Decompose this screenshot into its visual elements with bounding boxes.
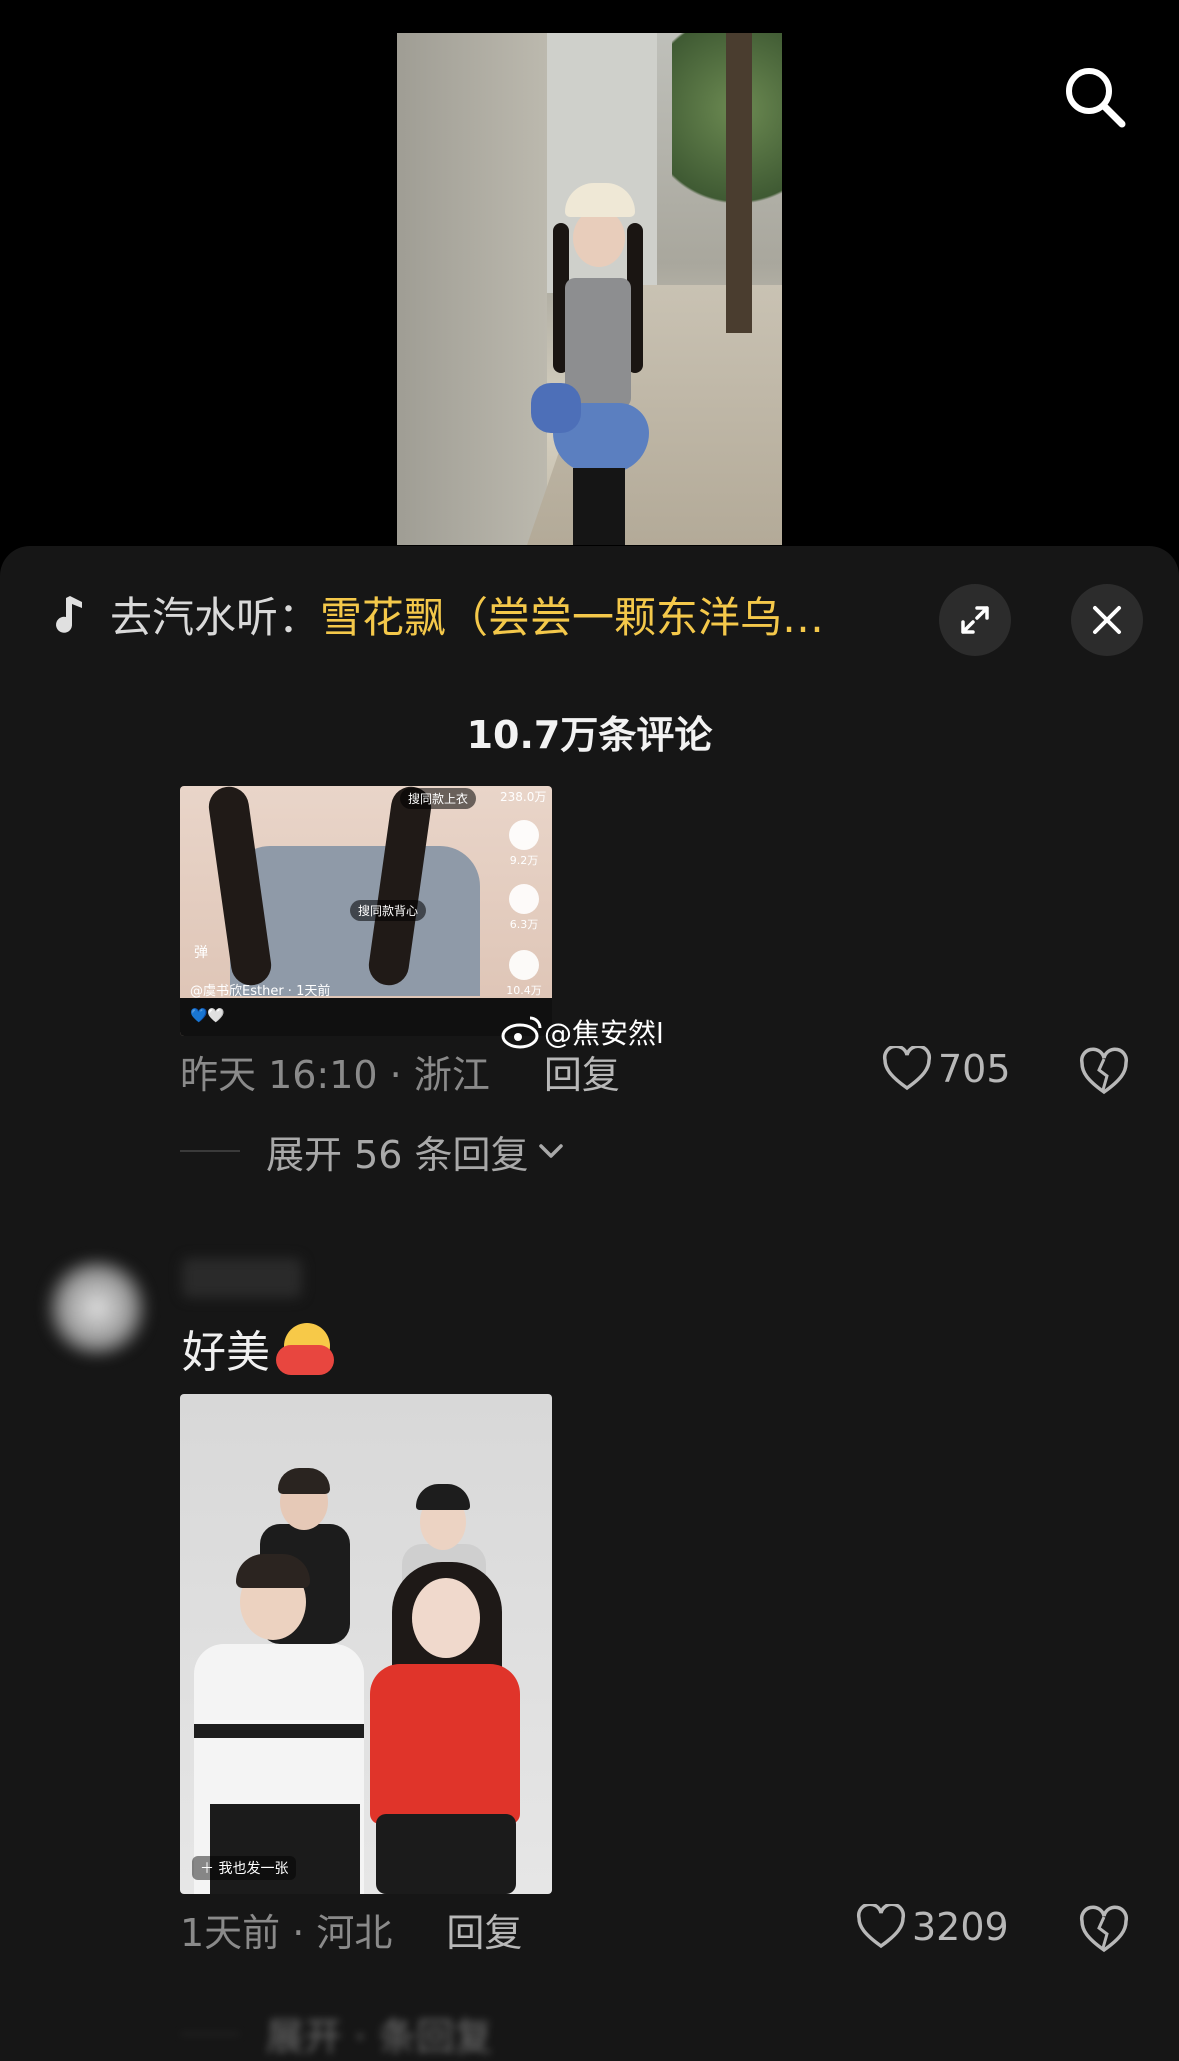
comment-meta: 昨天 16:10 · 浙江 回复 [180,1044,620,1099]
like-count: 705 [938,1047,1011,1091]
scene-wall [397,33,547,545]
like-button-2[interactable]: 3209 [856,1904,1009,1950]
comment-meta-2: 1天前 · 河北 回复 [180,1902,522,1957]
image-side-stars: 6.3万 [504,884,544,932]
search-button[interactable] [1060,62,1130,132]
heart-outline-icon [856,1904,906,1949]
reply-button-2[interactable]: 回复 [446,1902,522,1957]
comment-text: 好美 [182,1316,334,1380]
image-hearts: 💙🤍 [190,1008,225,1024]
image-side-comments: 9.2万 [504,820,544,868]
music-title[interactable]: 雪花飘（尝尝一颗东洋乌… [320,584,860,645]
hug-emoji-icon [276,1319,334,1377]
weibo-icon [501,1016,542,1049]
comment-time-location-2: 1天前 · 河北 [180,1910,393,1955]
music-prefix: 去汽水听： [110,592,321,642]
close-icon [1093,606,1121,634]
expand-replies[interactable]: 展开 56 条回复 [180,1126,569,1177]
comment-image[interactable]: 搜同款上衣 238.0万 9.2万 6.3万 10.4万 搜同款背心 弹 @虞书… [180,786,552,1036]
comment-image-2[interactable]: ＋ 我也发一张 [180,1394,552,1894]
image-chip-mid: 搜同款背心 [350,900,427,921]
music-note-icon [56,596,82,633]
username-blurred[interactable] [182,1258,302,1298]
video-thumbnail[interactable] [397,33,782,545]
video-person [531,173,655,545]
music-bar[interactable]: 去汽水听： 雪花飘（尝尝一颗东洋乌… [52,586,860,642]
heart-outline-icon [882,1046,932,1091]
expand-replies-label-2: 展开 · 条回复 [266,2015,493,2059]
image-side-shares: 10.4万 [504,950,544,998]
broken-heart-icon [1079,1047,1129,1095]
image-chip-top: 搜同款上衣 [400,788,477,809]
scene-tree-trunk [726,33,752,333]
reply-button[interactable]: 回复 [544,1044,620,1099]
add-photo-chip[interactable]: ＋ 我也发一张 [192,1856,297,1880]
comment-time-location: 昨天 16:10 · 浙江 [180,1052,490,1097]
expand-icon [961,606,989,634]
like-button[interactable]: 705 [882,1046,1011,1092]
expand-replies-label: 展开 56 条回复 [266,1132,529,1177]
image-danmu: 弹 [194,945,208,961]
comment-panel: 去汽水听： 雪花飘（尝尝一颗东洋乌… 10.7万条评论 搜同款上衣 238.0万… [0,546,1179,2061]
comment-count-title: 10.7万条评论 [466,713,713,757]
like-count-2: 3209 [912,1905,1009,1949]
avatar[interactable] [42,1258,152,1358]
chevron-down-icon [538,1144,563,1158]
close-button[interactable] [1071,584,1143,656]
dislike-button[interactable] [1078,1046,1130,1098]
image-author: @虞书欣Esther · 1天前 [190,984,331,999]
video-player[interactable] [0,0,1179,560]
dislike-button-2[interactable] [1078,1904,1130,1956]
image-views: 238.0万 [500,790,547,804]
broken-heart-icon [1079,1905,1129,1953]
expand-button[interactable] [939,584,1011,656]
expand-replies-2[interactable]: 展开 · 条回复 [180,2006,492,2061]
search-icon [1066,68,1126,128]
